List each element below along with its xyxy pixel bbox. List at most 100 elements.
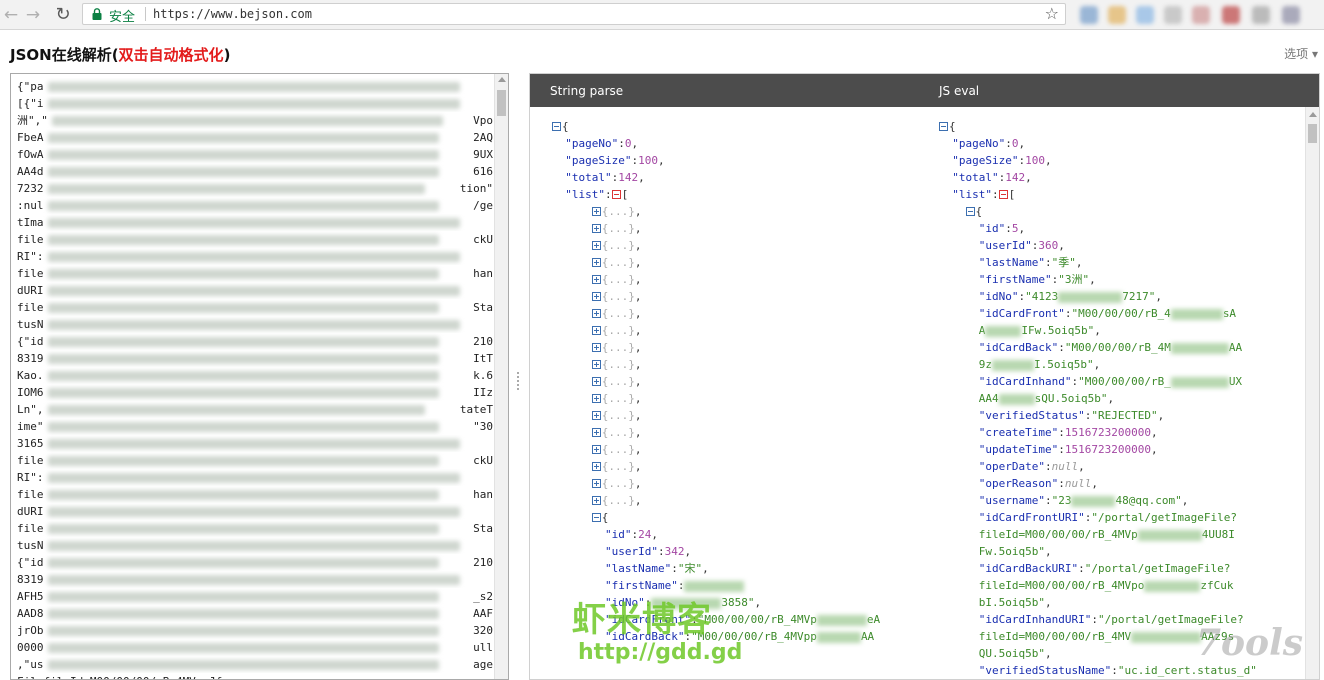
- collapse-toggle-icon[interactable]: [552, 122, 561, 131]
- url-text[interactable]: https://www.bejson.com: [153, 7, 312, 21]
- collapsed-placeholder[interactable]: {...}: [602, 222, 635, 235]
- collapsed-placeholder[interactable]: {...}: [602, 273, 635, 286]
- scroll-up-arrow-icon[interactable]: [498, 77, 506, 82]
- expand-toggle-icon[interactable]: [591, 360, 601, 369]
- expand-toggle-icon[interactable]: [591, 496, 601, 505]
- redacted-blur: [47, 167, 439, 177]
- extension-icons: [1072, 0, 1324, 30]
- extension-icon[interactable]: [1282, 6, 1300, 24]
- collapsed-placeholder[interactable]: {...}: [602, 290, 635, 303]
- raw-line-start: RI":: [17, 250, 44, 263]
- extension-icon[interactable]: [1108, 6, 1126, 24]
- expand-toggle-icon[interactable]: [591, 309, 601, 318]
- redacted-blur: [47, 269, 439, 279]
- collapse-toggle-icon[interactable]: [939, 122, 948, 131]
- collapsed-placeholder[interactable]: {...}: [602, 409, 635, 422]
- raw-line-start: ime": [17, 420, 44, 433]
- raw-line: AFH5 _s2: [17, 588, 493, 605]
- collapsed-placeholder[interactable]: {...}: [602, 358, 635, 371]
- collapsed-placeholder[interactable]: {...}: [602, 477, 635, 490]
- expand-toggle-icon[interactable]: [591, 428, 601, 437]
- raw-line: FilefileId=M00/00/00/rB_4MVpaJf: [17, 673, 493, 679]
- redacted-blur: [47, 286, 460, 296]
- collapsed-item-row: {...},: [552, 203, 922, 220]
- expand-toggle-icon[interactable]: [591, 275, 601, 284]
- collapsed-placeholder[interactable]: {...}: [602, 205, 635, 218]
- collapse-toggle-icon[interactable]: [611, 190, 621, 199]
- expand-toggle-icon[interactable]: [591, 258, 601, 267]
- raw-line-start: file: [17, 301, 44, 314]
- redacted-blur: [47, 133, 439, 143]
- collapsed-placeholder[interactable]: {...}: [602, 392, 635, 405]
- tab-string-parse[interactable]: String parse: [550, 84, 623, 98]
- redacted-blur: [47, 99, 460, 109]
- raw-line: 8319 ItT: [17, 350, 493, 367]
- collapsed-item-row: {...},: [552, 424, 922, 441]
- collapsed-placeholder[interactable]: {...}: [602, 426, 635, 439]
- raw-line-start: file: [17, 233, 44, 246]
- collapse-toggle-icon[interactable]: [998, 190, 1008, 199]
- scroll-up-arrow-icon[interactable]: [1309, 112, 1317, 117]
- extension-icon[interactable]: [1252, 6, 1270, 24]
- expand-toggle-icon[interactable]: [591, 326, 601, 335]
- redacted-blur: [47, 320, 460, 330]
- collapsed-placeholder[interactable]: {...}: [602, 341, 635, 354]
- raw-line-start: AAD8: [17, 607, 44, 620]
- view-scrollbar[interactable]: [1305, 107, 1319, 679]
- extension-icon[interactable]: [1164, 6, 1182, 24]
- options-dropdown[interactable]: 选项 ▾: [1284, 45, 1318, 62]
- expand-toggle-icon[interactable]: [591, 343, 601, 352]
- extension-icon[interactable]: [1136, 6, 1154, 24]
- raw-line-start: dURI: [17, 505, 44, 518]
- raw-line: fOwA 9UX: [17, 146, 493, 163]
- expand-toggle-icon[interactable]: [591, 479, 601, 488]
- collapsed-placeholder[interactable]: {...}: [602, 324, 635, 337]
- extension-icon[interactable]: [1192, 6, 1210, 24]
- collapsed-placeholder[interactable]: {...}: [602, 256, 635, 269]
- raw-scrollbar[interactable]: [494, 74, 508, 679]
- watermark-url: http://gdd.gd: [578, 640, 743, 665]
- reload-icon[interactable]: ↻: [52, 4, 74, 26]
- collapsed-item-row: {...},: [552, 390, 922, 407]
- expand-toggle-icon[interactable]: [591, 411, 601, 420]
- collapsed-placeholder[interactable]: {...}: [602, 494, 635, 507]
- collapsed-placeholder[interactable]: {...}: [602, 443, 635, 456]
- expand-toggle-icon[interactable]: [591, 445, 601, 454]
- expand-toggle-icon[interactable]: [591, 241, 601, 250]
- raw-json-textarea[interactable]: {"pa [{"i 洲"," Vpo FbeA 2AQ fOwA 9UX AA4d 616 7232…: [10, 73, 509, 680]
- raw-line-end: ull: [473, 641, 493, 654]
- expand-toggle-icon[interactable]: [591, 292, 601, 301]
- raw-line-start: {"id: [17, 335, 44, 348]
- scroll-thumb[interactable]: [1308, 124, 1317, 143]
- scroll-thumb[interactable]: [497, 90, 506, 116]
- panel-splitter[interactable]: [516, 370, 520, 394]
- expand-toggle-icon[interactable]: [591, 394, 601, 403]
- raw-line-end: Vpo: [473, 114, 493, 127]
- redacted-blur: [47, 524, 439, 534]
- raw-line: file han: [17, 265, 493, 282]
- address-divider: [145, 7, 146, 21]
- collapsed-placeholder[interactable]: {...}: [602, 307, 635, 320]
- tab-js-eval[interactable]: JS eval: [939, 84, 979, 98]
- collapsed-placeholder[interactable]: {...}: [602, 375, 635, 388]
- raw-line-start: {"pa: [17, 80, 44, 93]
- collapse-toggle-icon[interactable]: [591, 513, 601, 522]
- collapsed-item-row: {...},: [552, 441, 922, 458]
- bookmark-star-icon[interactable]: ☆: [1045, 4, 1059, 23]
- forward-arrow-icon[interactable]: →: [22, 4, 44, 26]
- collapsed-placeholder[interactable]: {...}: [602, 239, 635, 252]
- raw-line-end: han: [473, 267, 493, 280]
- back-arrow-icon[interactable]: ←: [0, 4, 22, 26]
- expand-toggle-icon[interactable]: [591, 224, 601, 233]
- address-bar[interactable]: 安全 https://www.bejson.com ☆: [82, 3, 1066, 25]
- raw-line-start: tusN: [17, 539, 44, 552]
- extension-icon[interactable]: [1080, 6, 1098, 24]
- extension-icon[interactable]: [1222, 6, 1240, 24]
- expand-toggle-icon[interactable]: [591, 207, 601, 216]
- expand-toggle-icon[interactable]: [591, 462, 601, 471]
- collapse-toggle-icon[interactable]: [965, 207, 975, 216]
- expand-toggle-icon[interactable]: [591, 377, 601, 386]
- collapsed-placeholder[interactable]: {...}: [602, 460, 635, 473]
- redacted-blur: [47, 150, 439, 160]
- raw-line: {"pa: [17, 78, 493, 95]
